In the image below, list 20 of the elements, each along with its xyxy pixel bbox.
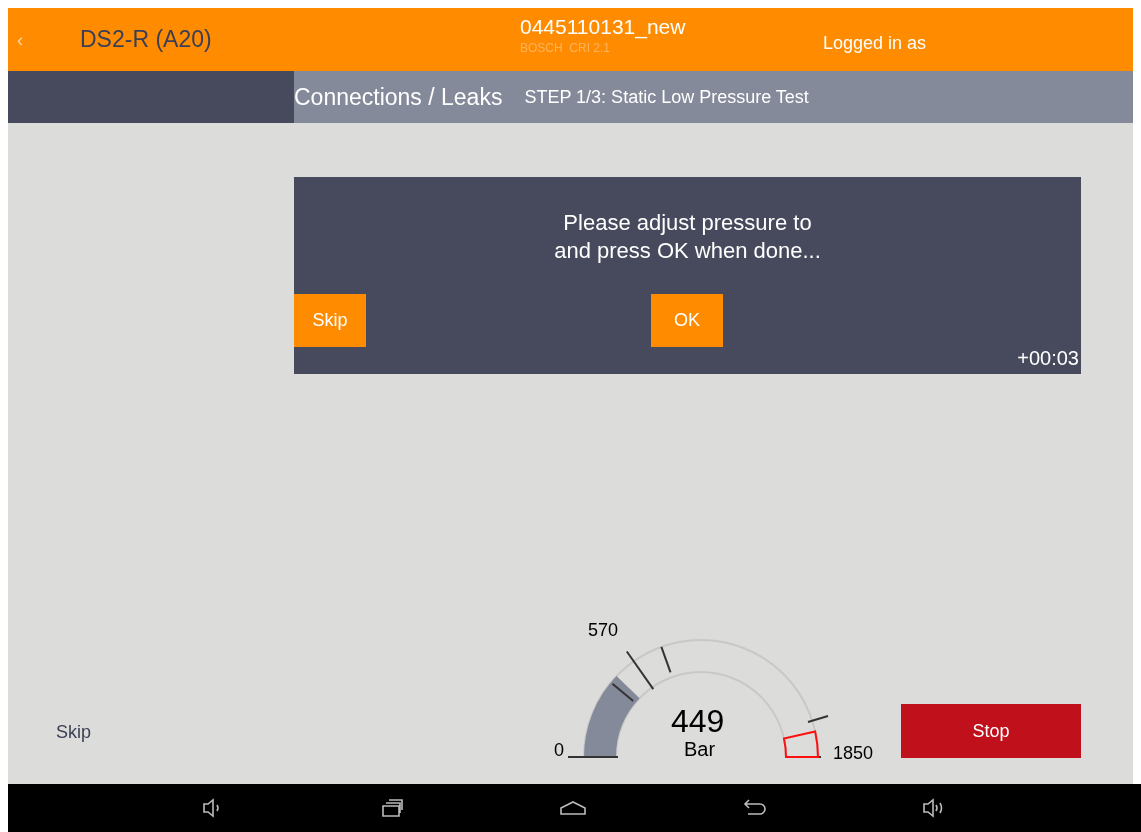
ok-button[interactable]: OK (651, 294, 723, 347)
injector-subtitle: BOSCH CRI 2.1 (520, 40, 612, 56)
gauge-tick-label: 570 (588, 620, 619, 640)
injector-title: 0445110131_new (520, 14, 686, 40)
elapsed-timer: +00:03 (1017, 346, 1079, 371)
limit-marker (782, 730, 819, 758)
back-button[interactable]: ‹ (12, 25, 28, 54)
gauge-max-label: 1850 (833, 743, 874, 763)
skip-link[interactable]: Skip (56, 719, 91, 746)
device-title: DS2-R (A20) (80, 25, 212, 55)
skip-button[interactable]: Skip (294, 294, 366, 347)
dialog-message: and press OK when done... (554, 237, 821, 265)
dialog-message: Please adjust pressure to (563, 209, 812, 237)
gauge-min-label: 0 (554, 740, 564, 760)
pressure-reading: 449 (671, 705, 725, 737)
stop-button[interactable]: Stop (901, 704, 1081, 758)
pressure-unit: Bar (684, 738, 716, 760)
section-title: Connections / Leaks (294, 82, 503, 112)
step-title: STEP 1/3: Static Low Pressure Test (524, 85, 809, 109)
login-status: Logged in as (823, 32, 927, 55)
